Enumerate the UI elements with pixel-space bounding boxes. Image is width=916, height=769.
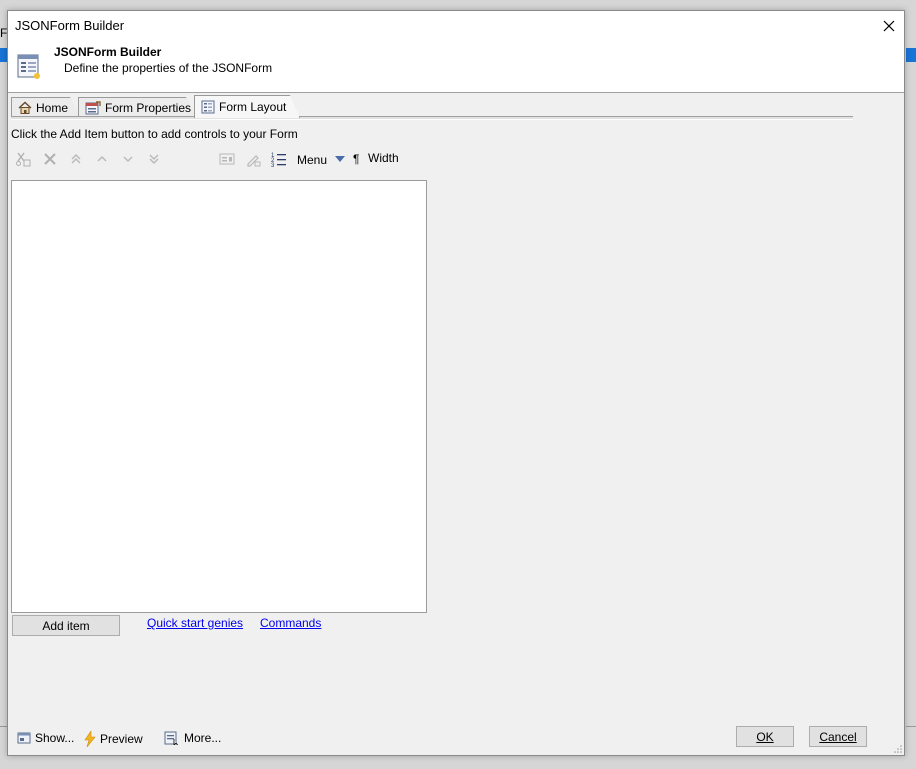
cut-button[interactable]	[13, 149, 33, 169]
delete-button[interactable]	[40, 149, 60, 169]
tab-home-label: Home	[36, 100, 69, 115]
jsonform-builder-dialog: JSONForm Builder JSONForm Builder Define…	[7, 10, 905, 756]
form-layout-icon	[201, 100, 215, 114]
tab-home[interactable]: Home	[11, 97, 80, 117]
menu-dropdown-label[interactable]: Menu	[297, 153, 327, 167]
numbered-list-button[interactable]: 1 2 3	[269, 149, 289, 169]
tab-form-properties-label: Form Properties	[105, 100, 192, 115]
form-items-list[interactable]	[11, 180, 427, 613]
edit-button[interactable]	[243, 149, 263, 169]
title-bar: JSONForm Builder	[8, 11, 904, 40]
more-icon	[164, 731, 179, 745]
move-bottom-icon	[149, 154, 159, 164]
window-title: JSONForm Builder	[15, 18, 125, 33]
move-up-button[interactable]	[92, 149, 112, 169]
background-divider-right	[906, 726, 916, 727]
properties-button[interactable]	[217, 149, 237, 169]
tab-divider	[11, 116, 853, 120]
chevron-down-icon	[335, 156, 345, 162]
move-top-button[interactable]	[66, 149, 86, 169]
delete-icon	[44, 153, 56, 165]
ok-button[interactable]: OK	[736, 726, 794, 747]
cut-icon	[16, 152, 31, 167]
width-button[interactable]: Width	[368, 151, 399, 165]
layout-toolbar: 1 2 3 Menu ¶ Width	[11, 147, 431, 169]
move-bottom-button[interactable]	[144, 149, 164, 169]
home-icon	[18, 101, 32, 114]
tab-form-layout[interactable]: Form Layout	[194, 95, 300, 118]
tab-form-properties[interactable]: Form Properties	[78, 97, 196, 117]
background-selection-strip-right	[906, 48, 916, 62]
header-title: JSONForm Builder	[54, 45, 162, 59]
header-subtitle: Define the properties of the JSONForm	[64, 61, 273, 75]
preview-button[interactable]: Preview	[84, 731, 143, 747]
more-button[interactable]: More...	[164, 731, 221, 745]
resize-grip-icon[interactable]	[893, 744, 903, 754]
more-label: More...	[184, 731, 222, 745]
show-label: Show...	[35, 731, 75, 745]
edit-icon	[247, 155, 261, 167]
move-down-button[interactable]	[118, 149, 138, 169]
show-button[interactable]: Show...	[17, 731, 74, 745]
close-button[interactable]	[874, 11, 904, 40]
form-builder-icon	[17, 54, 40, 79]
close-icon	[883, 20, 895, 31]
quick-start-genies-link[interactable]: Quick start genies	[147, 616, 243, 630]
menu-dropdown-button[interactable]	[330, 149, 350, 169]
preview-label: Preview	[100, 732, 143, 746]
dialog-header: JSONForm Builder Define the properties o…	[8, 40, 904, 93]
tab-strip: Home Form Properties Form Layout	[11, 95, 853, 117]
move-down-icon	[123, 156, 133, 162]
cancel-button[interactable]: Cancel	[809, 726, 867, 747]
lightning-icon	[84, 731, 96, 747]
move-top-icon	[71, 154, 81, 164]
properties-icon	[219, 153, 235, 165]
numbered-list-icon: 1 2 3	[271, 153, 286, 167]
show-icon	[17, 732, 31, 744]
add-item-button[interactable]: Add item	[12, 615, 120, 636]
move-up-icon	[97, 156, 107, 162]
tab-form-layout-label: Form Layout	[219, 100, 287, 114]
commands-link[interactable]: Commands	[260, 616, 321, 630]
form-properties-icon	[85, 101, 101, 115]
pilcrow-icon[interactable]: ¶	[353, 152, 359, 166]
svg-text:3: 3	[271, 163, 275, 167]
instruction-text: Click the Add Item button to add control…	[11, 127, 298, 141]
